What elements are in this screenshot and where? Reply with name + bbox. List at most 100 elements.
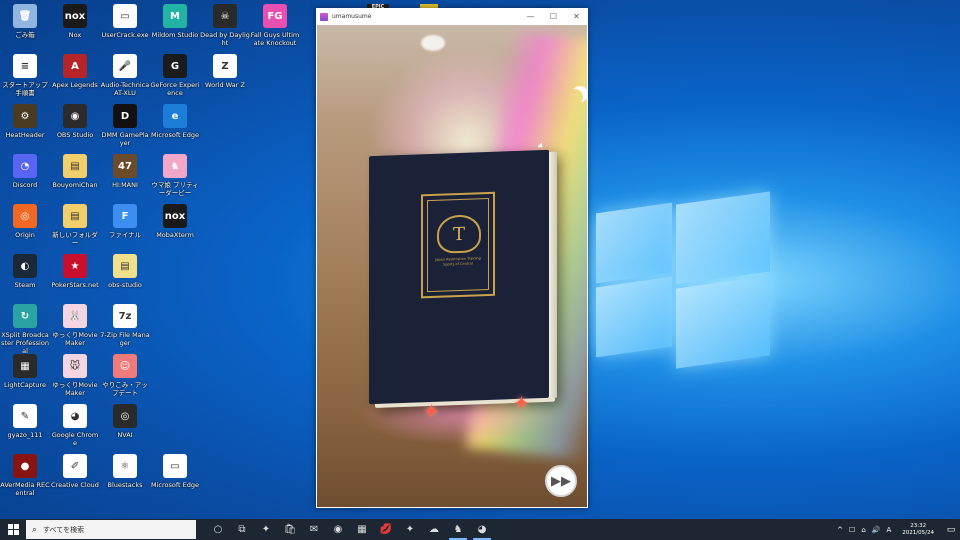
desktop-icon[interactable]: 47 HI:MANI [100,154,150,189]
windows-icon [7,524,19,535]
desktop-icon[interactable]: nox MobaXterm [150,204,200,239]
desktop-icon[interactable]: ◕ Google Chrome [50,404,100,447]
clock[interactable]: 23:32 2021/05/24 [902,523,934,537]
desktop-icon[interactable]: FG Fall Guys Ultimate Knockout [250,4,300,47]
system-tray: ^ ☐ ⌂ 🔊 A 23:32 2021/05/24 ▭ [834,523,960,537]
desktop-icon-label: HeatHeader [5,131,45,139]
taskbar-app-icon[interactable]: ♞ [446,519,470,540]
app-icon: nox [163,204,187,228]
desktop-icon-label: Creative Cloud [51,481,99,489]
taskbar-app-icon[interactable]: ☁ [422,519,446,540]
skip-button[interactable]: ▶▶ [545,465,577,497]
minimize-button[interactable]: — [519,12,542,21]
desktop-icon-label: BouyomiChan [52,181,98,189]
desktop-icon[interactable]: ▭ UserCrack.exe [100,4,150,39]
tray-overflow-icon[interactable]: ^ [837,526,843,534]
desktop-icon-label: Microsoft Edge [150,131,199,139]
desktop-icon[interactable]: ◎ NVAI [100,404,150,439]
taskbar-app-icon[interactable]: ⧉ [230,519,254,540]
window-titlebar[interactable]: umamusume — ☐ ✕ [316,8,588,25]
desktop-icon[interactable]: ▤ 新しいフォルダー [50,204,100,247]
taskbar-app-icon[interactable]: 💋 [374,519,398,540]
crest-text: Japan Association Training Sports of Cen… [435,256,481,267]
desktop-icon-label: LightCapture [3,381,47,389]
desktop-icon[interactable]: ⚛ Bluestacks [100,454,150,489]
taskbar-app-icon[interactable]: ✦ [398,519,422,540]
desktop-icon[interactable]: 🎤 Audio-Technica AT-XLU [100,54,150,97]
desktop-icon[interactable]: Z World War Z [200,54,250,89]
desktop-icon[interactable]: ≡ スタートアップ手順書 [0,54,50,97]
notification-center-icon[interactable]: ▭ [942,525,960,535]
taskbar-app-icon[interactable]: ✉ [302,519,326,540]
ime-indicator[interactable]: A [887,526,892,534]
umamusume-window[interactable]: umamusume — ☐ ✕ T Japan Association Trai… [316,8,588,508]
desktop-icon[interactable]: ↻ XSplit Broadcaster Professional [0,304,50,355]
desktop-icon[interactable]: F ファイナル [100,204,150,239]
volume-icon[interactable]: 🔊 [872,526,881,534]
desktop-icon[interactable]: ◐ Steam [0,254,50,289]
crest-icon: T [437,214,481,254]
taskbar-apps: ○ ⧉ ✦ 🛍 ✉ ◉ ▦ 💋 ✦ ☁ ♞ ◕ [206,519,494,540]
desktop-icon[interactable]: 🐰 ゆっくりMovieMaker [50,304,100,347]
desktop-icon[interactable]: ♞ ウマ娘 プリティーダービー [150,154,200,197]
desktop-icon[interactable]: ✐ Creative Cloud [50,454,100,489]
desktop-icon[interactable]: ◉ OBS Studio [50,104,100,139]
taskbar-app-icon[interactable]: ▦ [350,519,374,540]
desktop-icon[interactable]: D DMM GamePlayer [100,104,150,147]
start-button[interactable] [0,519,26,540]
game-viewport[interactable]: T Japan Association Training Sports of C… [317,25,587,507]
desktop-icon[interactable]: ☺ やりこみ・アップデート [100,354,150,397]
close-button[interactable]: ✕ [565,12,588,21]
maximize-button[interactable]: ☐ [542,12,565,21]
app-icon: ▦ [13,354,37,378]
taskbar-app-icon[interactable]: ✦ [254,519,278,540]
desktop-icon[interactable]: nox Nox [50,4,100,39]
taskbar-app-icon[interactable]: ◕ [470,519,494,540]
taskbar: ⌕ すべてを検索 ○ ⧉ ✦ 🛍 ✉ ◉ ▦ 💋 ✦ ☁ ♞ ◕ ^ ☐ ⌂ 🔊 A 23:32 20… [0,519,960,540]
desktop-icon[interactable]: 🐭 ゆっくりMovieMaker [50,354,100,397]
desktop-icon[interactable]: ▤ obs-studio [100,254,150,289]
desktop-icon[interactable]: ● AVerMedia RECentral [0,454,50,497]
desktop-icon[interactable]: 7z 7-Zip File Manager [100,304,150,347]
taskbar-app-icon[interactable]: ○ [206,519,230,540]
app-icon: ✎ [13,404,37,428]
desktop-icon[interactable]: ◎ Origin [0,204,50,239]
desktop-icon[interactable]: ★ PokerStars.net [50,254,100,289]
app-icon: ◎ [13,204,37,228]
desktop-icon-label: ごみ箱 [15,31,35,39]
desktop-icon[interactable]: ▭ Microsoft Edge [150,454,200,489]
taskbar-app-icon[interactable]: 🛍 [278,519,302,540]
desktop-icon[interactable]: ✎ gyazo_111 [0,404,50,439]
app-icon: G [163,54,187,78]
desktop-icon[interactable]: 🗑 ごみ箱 [0,4,50,39]
desktop-icon[interactable]: ◔ Discord [0,154,50,189]
desktop-icon[interactable]: ☠ Dead by Daylight [200,4,250,47]
tray-device-icon[interactable]: ☐ [849,526,855,534]
app-icon: A [63,54,87,78]
desktop-icon-label: gyazo_111 [7,431,43,439]
desktop-icon[interactable]: A Apex Legends [50,54,100,89]
desktop-icon[interactable]: M Mildom Studio [150,4,200,39]
search-box[interactable]: ⌕ すべてを検索 [26,520,196,539]
crescent-effect [567,89,583,105]
app-icon: ↻ [13,304,37,328]
desktop-icon[interactable]: ▦ LightCapture [0,354,50,389]
desktop-icon[interactable]: ▤ BouyomiChan [50,154,100,189]
network-icon[interactable]: ⌂ [861,526,865,534]
app-icon: ♞ [163,154,187,178]
desktop-icon-label: Microsoft Edge [150,481,199,489]
app-icon: Z [213,54,237,78]
app-icon: 🐭 [63,354,87,378]
app-icon: ▤ [63,204,87,228]
app-icon: ▤ [113,254,137,278]
desktop-icon[interactable]: e Microsoft Edge [150,104,200,139]
desktop-icon[interactable]: ⚙ HeatHeader [0,104,50,139]
app-icon: nox [63,4,87,28]
window-title: umamusume [332,13,372,20]
desktop-icon-label: やりこみ・アップデート [102,381,148,397]
desktop-icon-label: Mildom Studio [151,31,199,39]
taskbar-app-icon[interactable]: ◉ [326,519,350,540]
app-icon: ☠ [213,4,237,28]
desktop-icon[interactable]: G GeForce Experience [150,54,200,97]
desktop-icon-label: HI:MANI [112,181,138,189]
